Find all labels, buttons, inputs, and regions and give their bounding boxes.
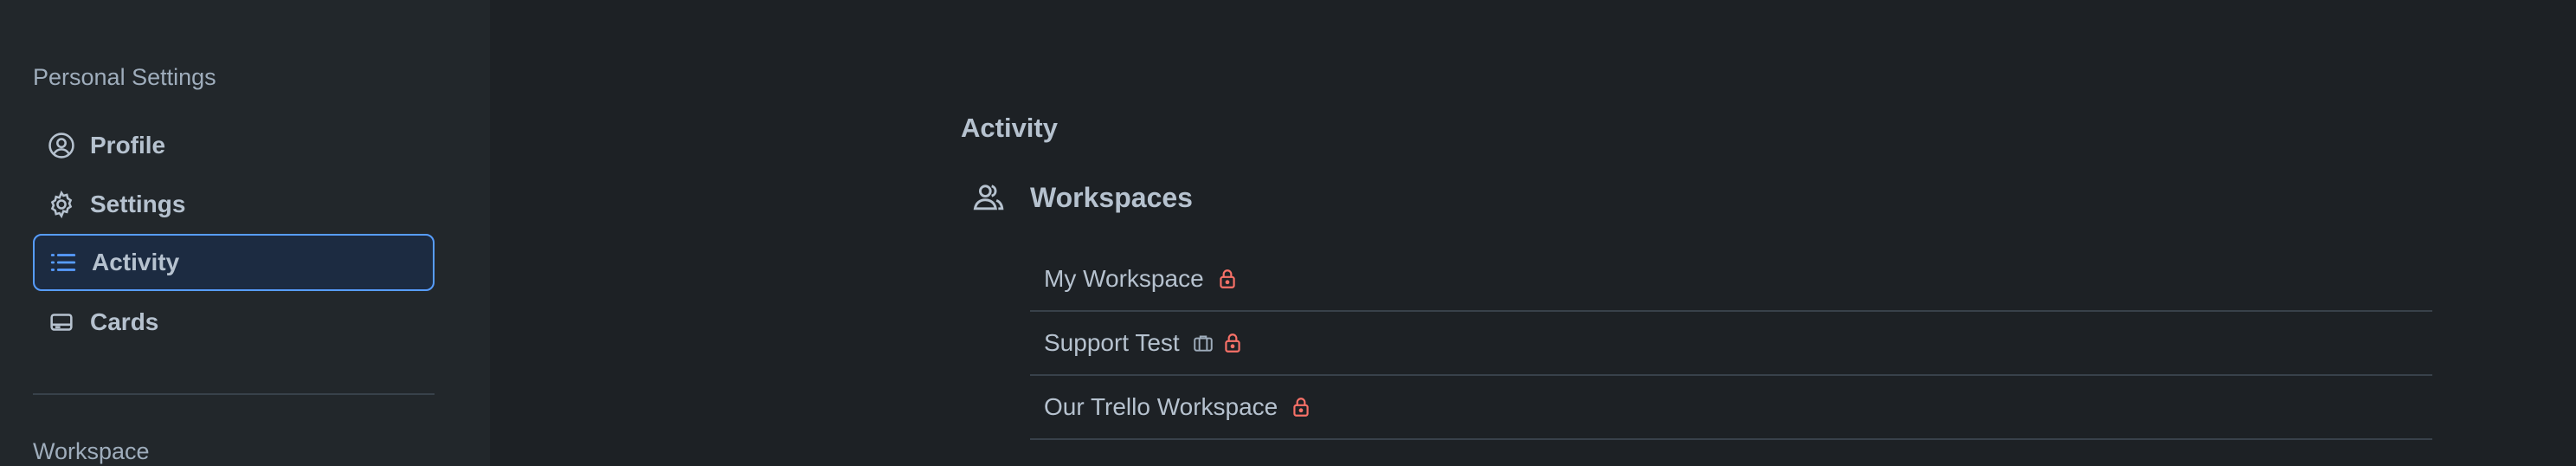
list-icon bbox=[48, 248, 78, 277]
lock-icon bbox=[1221, 332, 1244, 354]
page-title: Activity bbox=[961, 113, 1058, 143]
workspace-row[interactable]: Our Trello Workspace bbox=[1030, 376, 2432, 440]
workspace-list: My Workspace Support Test Our Trello Wor… bbox=[1030, 248, 2432, 440]
workspace-name[interactable]: Support Test bbox=[1044, 329, 1180, 357]
personal-settings-heading: Personal Settings bbox=[33, 64, 216, 90]
card-icon bbox=[47, 307, 76, 337]
sidebar-item-settings[interactable]: Settings bbox=[33, 176, 435, 233]
people-icon bbox=[969, 178, 1008, 217]
sidebar-item-cards[interactable]: Cards bbox=[33, 294, 435, 351]
lock-icon bbox=[1290, 396, 1312, 418]
sidebar-divider bbox=[33, 393, 435, 395]
main-content: Activity Workspaces My Workspace Support… bbox=[490, 0, 2576, 466]
workspace-row[interactable]: Support Test bbox=[1030, 312, 2432, 376]
sidebar-item-label: Profile bbox=[90, 132, 166, 159]
workspace-name[interactable]: My Workspace bbox=[1044, 265, 1204, 293]
sidebar-item-profile[interactable]: Profile bbox=[33, 117, 435, 174]
briefcase-icon bbox=[1192, 332, 1214, 354]
workspace-heading: Workspace bbox=[33, 438, 150, 464]
sidebar-item-label: Activity bbox=[92, 249, 180, 275]
workspaces-title: Workspaces bbox=[1030, 181, 1193, 213]
gear-icon bbox=[47, 190, 76, 219]
sidebar-item-activity[interactable]: Activity bbox=[33, 234, 435, 291]
workspace-name[interactable]: Our Trello Workspace bbox=[1044, 393, 1278, 421]
workspaces-header: Workspaces bbox=[969, 178, 1193, 217]
sidebar-item-label: Settings bbox=[90, 191, 186, 217]
sidebar-item-label: Cards bbox=[90, 308, 159, 335]
person-circle-icon bbox=[47, 131, 76, 160]
sidebar: Personal Settings Profile Settings Activ… bbox=[0, 0, 490, 466]
lock-icon bbox=[1216, 268, 1239, 290]
workspace-row[interactable]: My Workspace bbox=[1030, 248, 2432, 312]
